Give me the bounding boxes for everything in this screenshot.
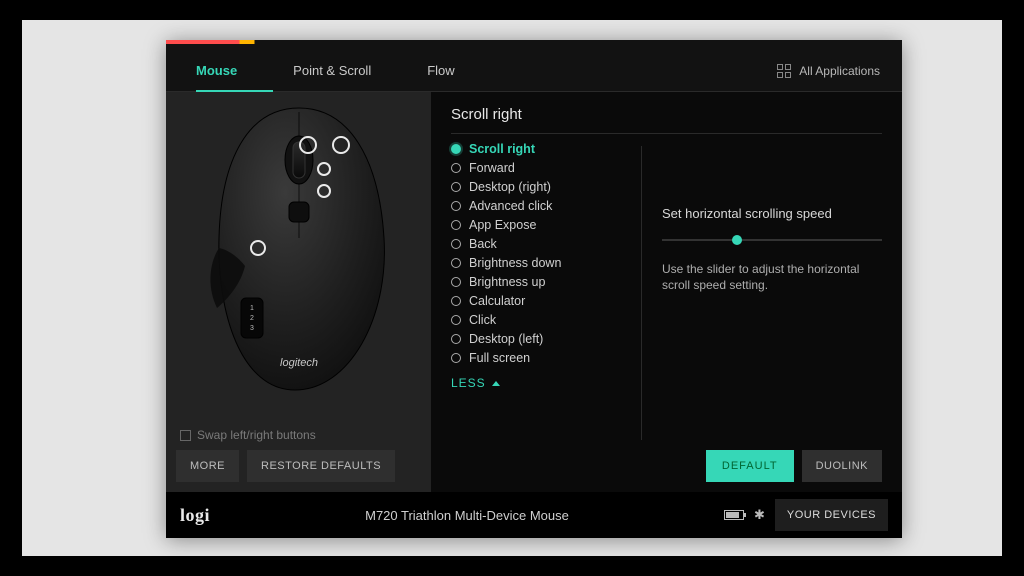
swap-buttons-row[interactable]: Swap left/right buttons [166,422,431,450]
tab-flow[interactable]: Flow [427,51,490,90]
bluetooth-icon: ✱ [754,507,765,523]
speed-slider[interactable] [662,239,882,241]
app-window: Mouse Point & Scroll Flow All Applicatio… [166,40,902,538]
action-option[interactable]: Brightness down [451,256,615,270]
radio-icon [451,315,461,325]
radio-icon [451,182,461,192]
chevron-up-icon [492,381,500,386]
action-title: Scroll right [451,104,882,134]
hotspot-wheel-right[interactable] [332,136,350,154]
radio-icon [451,144,461,154]
action-option[interactable]: Advanced click [451,199,615,213]
device-name: M720 Triathlon Multi-Device Mouse [220,508,714,523]
svg-text:3: 3 [250,325,254,332]
swap-checkbox[interactable] [180,430,191,441]
restore-defaults-button[interactable]: RESTORE DEFAULTS [247,450,395,482]
svg-text:2: 2 [250,315,254,322]
action-option-label: Brightness down [469,256,561,270]
right-pane: Scroll right Scroll right Forward Desktop … [431,92,902,492]
all-applications-button[interactable]: All Applications [777,64,880,78]
svg-text:1: 1 [250,305,254,312]
action-option-label: Desktop (left) [469,332,543,346]
desktop-bg: Mouse Point & Scroll Flow All Applicatio… [22,20,1002,556]
less-toggle[interactable]: LESS [451,376,615,390]
brand-logo: logi [180,505,210,526]
action-option[interactable]: Forward [451,161,615,175]
hotspot-thumb[interactable] [250,240,266,256]
slider-knob[interactable] [732,235,742,245]
app-body: 1 2 3 logitech [166,92,902,492]
hotspot-wheel-left[interactable] [299,136,317,154]
action-option[interactable]: Desktop (left) [451,332,615,346]
action-option-label: Scroll right [469,142,535,156]
battery-icon [724,510,744,520]
action-option-label: Forward [469,161,515,175]
tab-point-scroll[interactable]: Point & Scroll [293,51,407,90]
mouse-brand-text: logitech [280,357,318,369]
radio-icon [451,296,461,306]
action-option[interactable]: Brightness up [451,275,615,289]
hotspot-gesture[interactable] [317,184,331,198]
action-option-label: App Expose [469,218,536,232]
action-option-label: Full screen [469,351,530,365]
grid-icon [777,64,791,78]
radio-icon [451,239,461,249]
footer: logi M720 Triathlon Multi-Device Mouse ✱… [166,492,902,538]
action-option[interactable]: Calculator [451,294,615,308]
action-option-label: Brightness up [469,275,545,289]
left-pane: 1 2 3 logitech [166,92,431,492]
right-buttons-row: DEFAULT DUOLINK [451,444,882,482]
less-label: LESS [451,376,486,390]
more-button[interactable]: MORE [176,450,239,482]
action-options-list: Scroll right Forward Desktop (right) Advanc… [451,142,621,444]
radio-icon [451,334,461,344]
action-option[interactable]: Scroll right [451,142,615,156]
tab-bar: Mouse Point & Scroll Flow All Applicatio… [166,50,902,92]
settings-description: Use the slider to adjust the horizontal … [662,261,882,293]
mouse-image: 1 2 3 logitech [166,92,431,422]
action-option[interactable]: Click [451,313,615,327]
duolink-button[interactable]: DUOLINK [802,450,882,482]
action-option-label: Desktop (right) [469,180,551,194]
action-option[interactable]: Back [451,237,615,251]
all-applications-label: All Applications [799,64,880,78]
action-option[interactable]: Full screen [451,351,615,365]
left-buttons-row: MORE RESTORE DEFAULTS [166,450,431,492]
action-option-label: Click [469,313,496,327]
radio-icon [451,258,461,268]
radio-icon [451,277,461,287]
action-option-label: Calculator [469,294,525,308]
action-option-label: Advanced click [469,199,552,213]
default-button[interactable]: DEFAULT [706,450,794,482]
radio-icon [451,353,461,363]
swap-label: Swap left/right buttons [197,428,316,442]
footer-icons: ✱ YOUR DEVICES [724,499,888,531]
action-option[interactable]: Desktop (right) [451,180,615,194]
radio-icon [451,201,461,211]
hotspot-wheel-click[interactable] [317,162,331,176]
action-option-label: Back [469,237,497,251]
right-body: Scroll right Forward Desktop (right) Advanc… [451,134,882,444]
radio-icon [451,220,461,230]
settings-heading: Set horizontal scrolling speed [662,206,882,221]
action-option[interactable]: App Expose [451,218,615,232]
radio-icon [451,163,461,173]
vertical-divider [641,146,642,440]
action-settings: Set horizontal scrolling speed Use the s… [662,142,882,444]
outer-frame: Mouse Point & Scroll Flow All Applicatio… [0,0,1024,576]
tab-mouse[interactable]: Mouse [196,51,273,92]
your-devices-button[interactable]: YOUR DEVICES [775,499,888,531]
